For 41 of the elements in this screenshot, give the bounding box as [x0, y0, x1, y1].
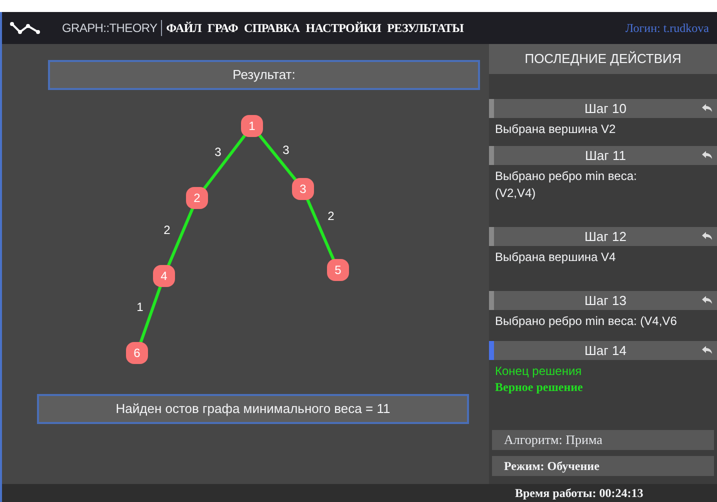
- step-header[interactable]: Шаг 14: [489, 341, 717, 360]
- step-header[interactable]: Шаг 13: [489, 291, 717, 310]
- graph-node: 4: [153, 265, 175, 287]
- edge-weight: 1: [136, 300, 144, 314]
- mode-label: Режим: Обучение: [492, 456, 714, 476]
- undo-icon[interactable]: [701, 345, 713, 355]
- graph-node: 6: [126, 342, 148, 364]
- step-text: Выбрано ребро min веса: (V2,V4): [495, 168, 638, 202]
- menu-item[interactable]: ФАЙЛ: [166, 19, 202, 37]
- edge-weight: 2: [164, 223, 170, 237]
- status-text: Конец решения: [495, 363, 583, 380]
- result-message: Найден остов графа минимального веса = 11: [37, 394, 469, 424]
- edge-weight: 3: [282, 143, 290, 157]
- undo-icon[interactable]: [701, 103, 713, 113]
- step-text: Выбрано ребро min веса: (V4,V6: [495, 313, 678, 330]
- step-text: Выбрана вершина V4: [495, 249, 617, 266]
- edge-weight: 2: [328, 209, 334, 223]
- step-header[interactable]: Шаг 10: [489, 99, 717, 118]
- step-header[interactable]: Шаг 11: [489, 146, 717, 165]
- menu-item[interactable]: СПРАВКА: [244, 19, 300, 37]
- undo-icon[interactable]: [701, 231, 713, 241]
- graph-logo-icon: [10, 21, 42, 35]
- graph-node: 1: [241, 115, 263, 137]
- graph-node: 5: [327, 259, 349, 281]
- algorithm-label: Алгоритм: Прима: [492, 430, 714, 450]
- panel-title: ПОСЛЕДНИЕ ДЕЙСТВИЯ: [489, 44, 717, 74]
- login-label: Логин: t.rudkova: [625, 20, 709, 37]
- graph-node: 3: [292, 178, 314, 200]
- edge-weight: 3: [214, 145, 222, 159]
- menu-item[interactable]: РЕЗУЛЬТАТЫ: [387, 19, 464, 37]
- result-header: Результат:: [48, 60, 480, 90]
- menu-item[interactable]: ГРАФ: [208, 19, 238, 37]
- elapsed-time: Время работы: 00:24:13: [514, 485, 644, 502]
- verdict-text: Верное решение: [495, 380, 584, 395]
- step-text: Выбрана вершина V2: [495, 121, 617, 138]
- undo-icon[interactable]: [701, 150, 713, 160]
- graph-node: 2: [186, 187, 208, 209]
- app-title: GRAPH::THEORY: [62, 20, 158, 37]
- menu-item[interactable]: НАСТРОЙКИ: [306, 19, 382, 37]
- step-header[interactable]: Шаг 12: [489, 227, 717, 246]
- undo-icon[interactable]: [701, 295, 713, 305]
